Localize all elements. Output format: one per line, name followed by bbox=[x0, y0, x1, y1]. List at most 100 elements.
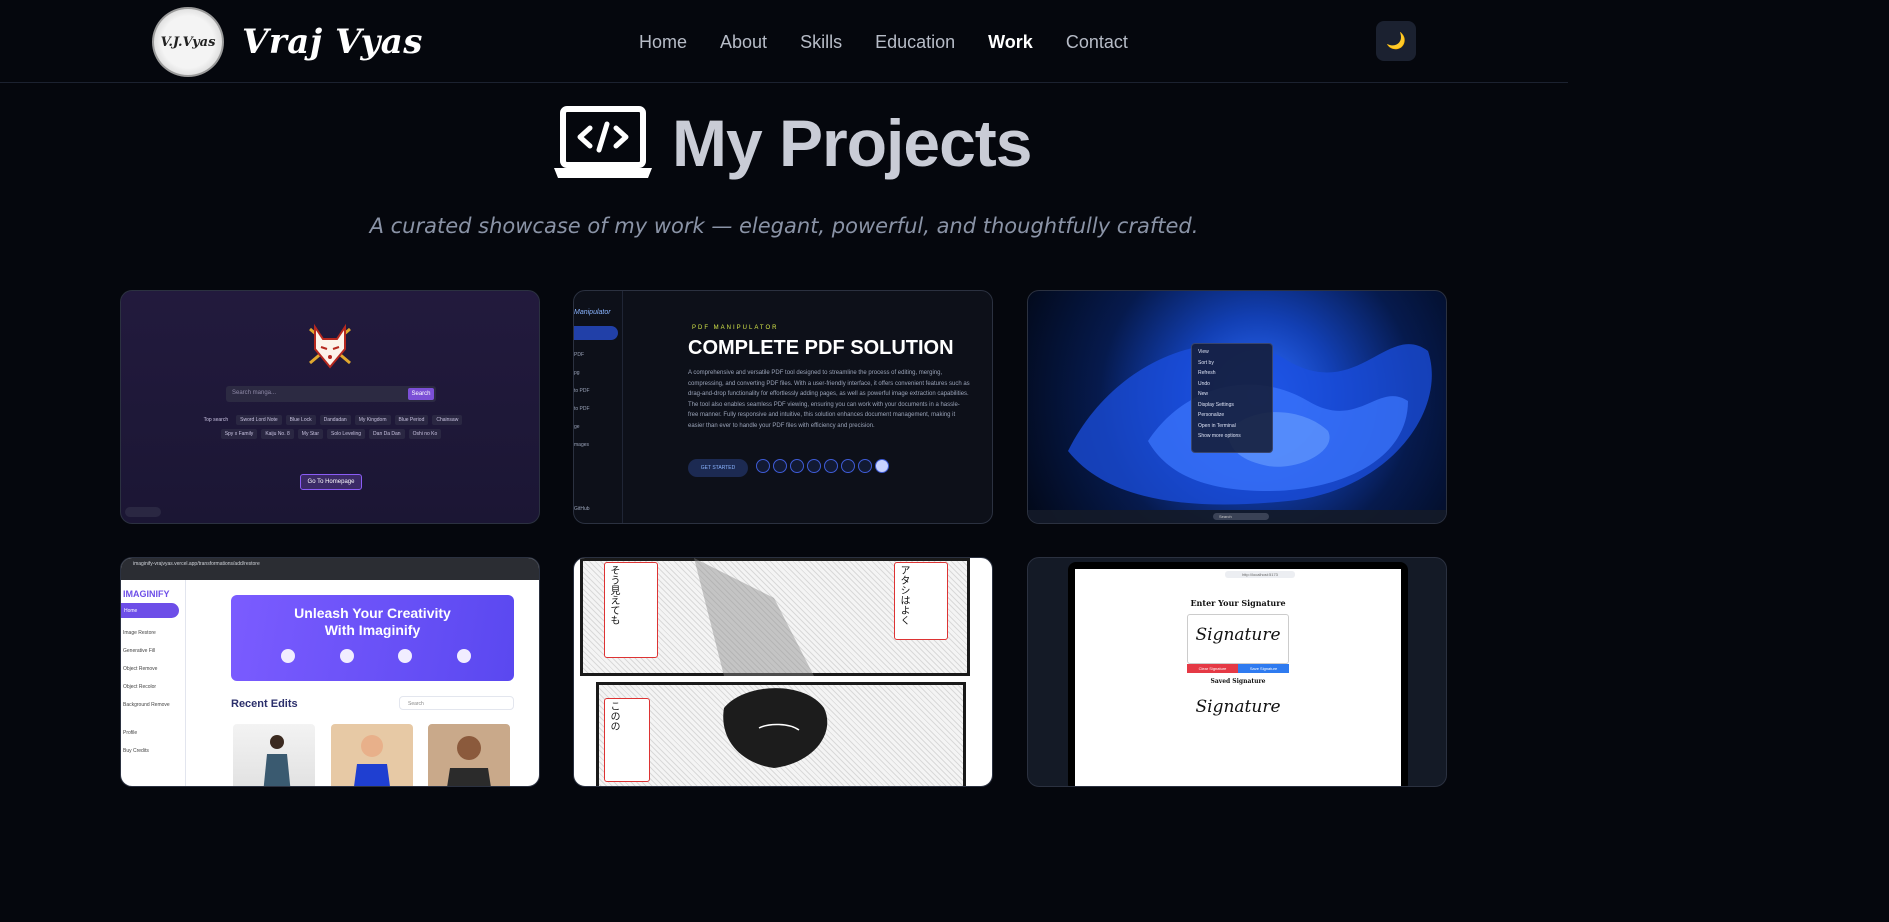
sidebar-item[interactable]: mages bbox=[574, 442, 622, 448]
signature-canvas[interactable]: Signature bbox=[1187, 614, 1289, 664]
compress-icon[interactable] bbox=[807, 459, 821, 473]
browser-url[interactable]: imaginify-vrajvyas.vercel.app/transforma… bbox=[133, 561, 260, 567]
recent-search-input[interactable]: Search bbox=[399, 696, 514, 710]
project-card-imaginify[interactable]: imaginify-vrajvyas.vercel.app/transforma… bbox=[120, 557, 540, 787]
save-signature-button[interactable]: Save Signature bbox=[1238, 664, 1289, 673]
merge-icon[interactable] bbox=[773, 459, 787, 473]
object-remove-icon[interactable] bbox=[398, 649, 413, 663]
hero-heading-line1: Unleash Your Creativity bbox=[294, 605, 451, 621]
edit-icon[interactable] bbox=[790, 459, 804, 473]
recent-edit-thumbnail[interactable] bbox=[233, 724, 315, 786]
navbar: V.J.Vyas Vraj Vyas Home About Skills Edu… bbox=[0, 0, 1568, 83]
menu-item[interactable]: View bbox=[1198, 347, 1266, 358]
nav-link-home[interactable]: Home bbox=[639, 30, 687, 54]
browser-url[interactable]: http://localhost:5173 bbox=[1225, 571, 1295, 578]
tag[interactable]: My Star bbox=[297, 429, 324, 439]
sidebar-item[interactable]: Generative Fill bbox=[123, 648, 185, 654]
convert-icon[interactable] bbox=[841, 459, 855, 473]
sidebar-item[interactable]: Profile bbox=[123, 730, 185, 736]
pdf-title: COMPLETE PDF SOLUTION bbox=[688, 337, 954, 359]
imaginify-logo: IMAGINIFY bbox=[123, 589, 170, 599]
nav-link-education[interactable]: Education bbox=[875, 30, 955, 54]
menu-item[interactable]: Undo bbox=[1198, 379, 1266, 390]
image-restore-icon[interactable] bbox=[281, 649, 295, 663]
page-subtitle: A curated showcase of my work — elegant,… bbox=[369, 214, 1199, 238]
section-header: My Projects bbox=[552, 105, 1032, 181]
menu-item[interactable]: Show more options bbox=[1198, 431, 1266, 442]
person-image bbox=[354, 735, 390, 786]
project-card-manga-translator[interactable]: そう見えても アタシはよく このの bbox=[573, 557, 993, 787]
menu-item[interactable]: Sort by bbox=[1198, 358, 1266, 369]
enter-signature-title: Enter Your Signature bbox=[1190, 598, 1286, 608]
brand-name: Vraj Vyas bbox=[242, 22, 423, 62]
manga-search-input[interactable]: Search manga... Search bbox=[226, 386, 436, 402]
brand-link[interactable]: V.J.Vyas Vraj Vyas bbox=[152, 7, 423, 77]
project-card-manga-reader[interactable]: Search manga... Search Top search Sword … bbox=[120, 290, 540, 524]
menu-item[interactable]: Refresh bbox=[1198, 368, 1266, 379]
split-icon[interactable] bbox=[824, 459, 838, 473]
theme-toggle-button[interactable]: 🌙 bbox=[1376, 21, 1416, 61]
home-icon[interactable] bbox=[756, 459, 770, 473]
tag[interactable]: Chainsaw bbox=[432, 415, 463, 425]
search-button[interactable]: Search bbox=[408, 388, 434, 400]
theme-switch[interactable] bbox=[125, 507, 161, 517]
sidebar-item[interactable]: Object Remove bbox=[123, 666, 185, 672]
generative-fill-icon[interactable] bbox=[339, 649, 354, 663]
manga-characters bbox=[694, 558, 828, 768]
imaginify-sidebar: IMAGINIFY Home Image Restore Generative … bbox=[121, 580, 186, 786]
menu-item[interactable]: Personalize bbox=[1198, 410, 1266, 421]
nav-link-work[interactable]: Work bbox=[988, 30, 1033, 54]
sidebar-item-active[interactable] bbox=[574, 326, 618, 340]
sidebar-item[interactable]: to PDF bbox=[574, 406, 622, 412]
tag[interactable]: Blue Period bbox=[394, 415, 429, 425]
nav-link-contact[interactable]: Contact bbox=[1066, 30, 1128, 54]
tag[interactable]: Oshi no Ko bbox=[408, 429, 442, 439]
github-link[interactable]: GitHub bbox=[574, 506, 622, 512]
sidebar-item[interactable]: Object Recolor bbox=[123, 684, 185, 690]
sidebar-item[interactable]: pg bbox=[574, 370, 622, 376]
project-card-signature-pad[interactable]: http://localhost:5173 Enter Your Signatu… bbox=[1027, 557, 1447, 787]
taskbar-search[interactable]: Search bbox=[1213, 513, 1269, 520]
nav-link-about[interactable]: About bbox=[720, 30, 767, 54]
hero-heading: Unleash Your Creativity With Imaginify bbox=[231, 605, 514, 639]
get-started-button[interactable]: GET STARTED bbox=[688, 459, 748, 477]
plus-icon[interactable] bbox=[875, 459, 889, 473]
clear-signature-button[interactable]: Clear Signature bbox=[1187, 664, 1238, 673]
sidebar-item[interactable]: Image Restore bbox=[123, 630, 185, 636]
project-card-pdf-manipulator[interactable]: Manipulator PDF pg to PDF to PDF ge mage… bbox=[573, 290, 993, 524]
top-search-tags: Top search Sword Lord Note Blue Lock Dan… bbox=[196, 415, 466, 439]
tag[interactable]: Kaiju No. 8 bbox=[261, 429, 294, 439]
sidebar-item[interactable]: Buy Credits bbox=[123, 748, 185, 754]
project-card-desktop-ui[interactable]: View Sort by Refresh Undo New Display Se… bbox=[1027, 290, 1447, 524]
pdf-sidebar: Manipulator PDF pg to PDF to PDF ge mage… bbox=[574, 291, 623, 523]
pdf-kicker: PDF MANIPULATOR bbox=[692, 325, 779, 331]
tag[interactable]: Dandadan bbox=[319, 415, 351, 425]
go-homepage-button[interactable]: Go To Homepage bbox=[300, 474, 362, 490]
context-menu: View Sort by Refresh Undo New Display Se… bbox=[1191, 343, 1273, 453]
image-icon[interactable] bbox=[858, 459, 872, 473]
signature-buttons: Clear Signature Save Signature bbox=[1187, 664, 1289, 673]
sidebar-item[interactable]: to PDF bbox=[574, 388, 622, 394]
person-image bbox=[263, 735, 291, 786]
object-recolor-icon[interactable] bbox=[456, 649, 471, 663]
tag[interactable]: Solo Leveling bbox=[327, 429, 366, 439]
sidebar-item-home[interactable]: Home bbox=[121, 603, 179, 618]
menu-item[interactable]: Open in Terminal bbox=[1198, 421, 1266, 432]
recent-edit-thumbnail[interactable] bbox=[428, 724, 510, 786]
menu-item[interactable]: New bbox=[1198, 389, 1266, 400]
sidebar-item[interactable]: ge bbox=[574, 424, 622, 430]
sidebar-item[interactable]: PDF bbox=[574, 352, 622, 358]
imaginify-hero: Unleash Your Creativity With Imaginify bbox=[231, 595, 514, 681]
tag[interactable]: Dan Da Dan bbox=[369, 429, 405, 439]
tag[interactable]: Sword Lord Note bbox=[236, 415, 282, 425]
browser-bar: imaginify-vrajvyas.vercel.app/transforma… bbox=[121, 558, 539, 580]
tag[interactable]: Blue Lock bbox=[285, 415, 316, 425]
sidebar-item[interactable]: Background Remove bbox=[123, 702, 185, 708]
taskbar-search-label: Search bbox=[1219, 514, 1232, 519]
menu-item[interactable]: Display Settings bbox=[1198, 400, 1266, 411]
tag[interactable]: Spy x Family bbox=[220, 429, 258, 439]
tag[interactable]: My Kingdom bbox=[354, 415, 391, 425]
signature-app: http://localhost:5173 Enter Your Signatu… bbox=[1075, 569, 1401, 786]
recent-edit-thumbnail[interactable] bbox=[331, 724, 413, 786]
nav-link-skills[interactable]: Skills bbox=[800, 30, 842, 54]
